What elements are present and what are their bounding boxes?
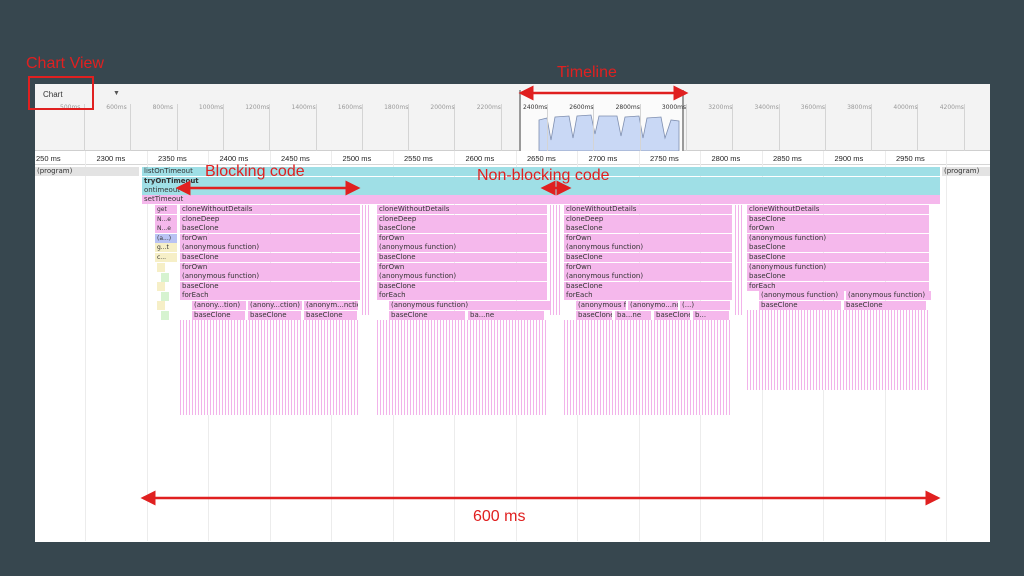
slide: 500ms 600ms 800ms 1000ms 1200ms 1400ms 1600ms 1… xyxy=(0,0,1024,576)
annotation-arrows xyxy=(140,85,941,506)
